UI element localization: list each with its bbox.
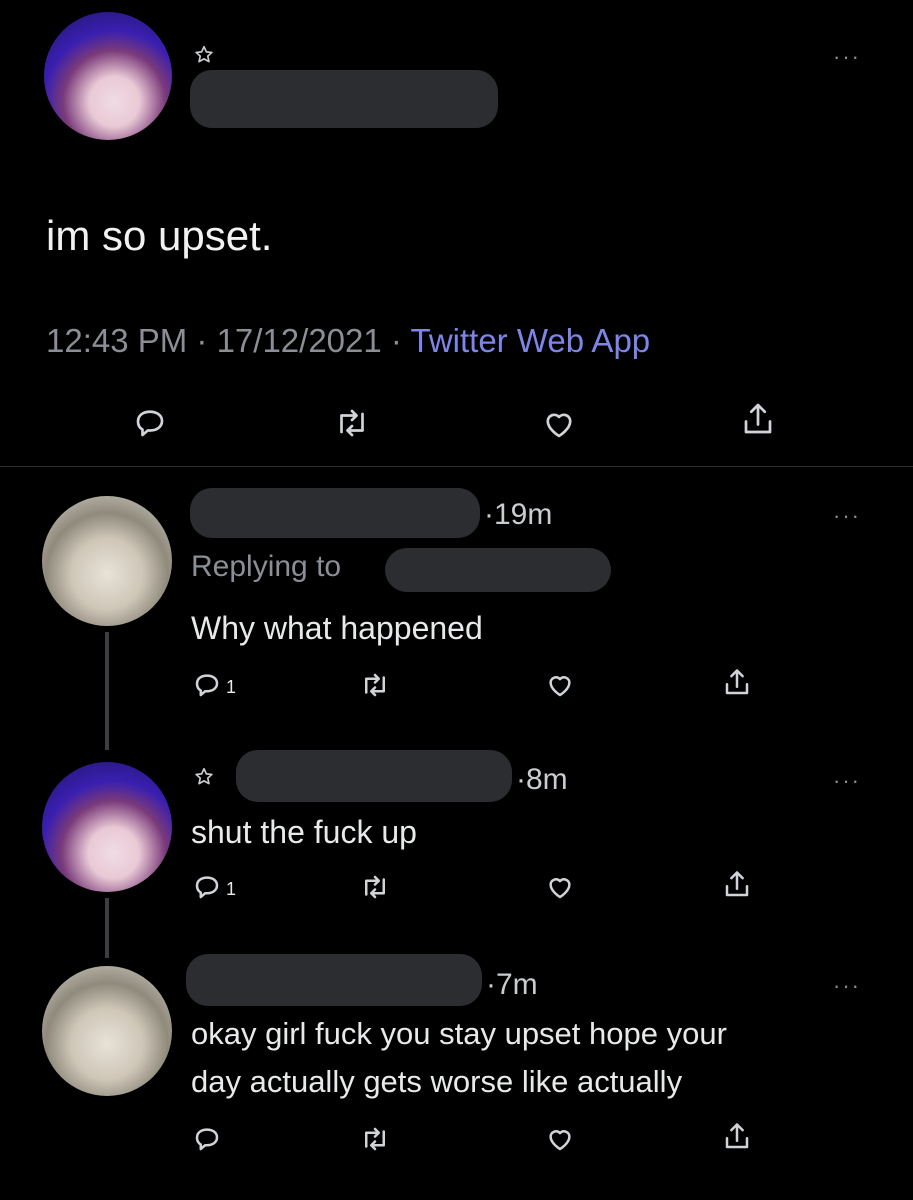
retweet-icon[interactable] [332, 405, 372, 441]
meta-separator: · [187, 322, 217, 359]
like-icon[interactable] [544, 872, 576, 902]
more-icon[interactable]: ··· [833, 770, 861, 792]
reply-icon[interactable] [192, 670, 222, 700]
redacted-display-name [236, 750, 512, 802]
reply-text-line-2: day actually gets worse like actually [191, 1064, 683, 1099]
reply-count: 1 [226, 677, 237, 697]
reply-age: ·7m [486, 968, 538, 1001]
reply-text: Why what happened [191, 610, 483, 646]
more-icon[interactable]: ··· [833, 505, 861, 527]
redacted-display-name [190, 488, 480, 538]
more-icon[interactable]: ··· [833, 46, 861, 68]
replying-to-label: Replying to [191, 550, 342, 583]
star-icon [193, 766, 215, 788]
retweet-icon[interactable] [358, 872, 392, 902]
redacted-display-name [186, 954, 482, 1006]
reply-count: 1 [226, 879, 237, 899]
section-divider [0, 466, 913, 467]
tweet-meta: 12:43 PM · 17/12/2021 · Twitter Web App [46, 322, 650, 360]
like-icon[interactable] [540, 406, 578, 442]
share-icon[interactable] [740, 400, 776, 440]
main-avatar[interactable] [44, 12, 172, 140]
reply-avatar[interactable] [42, 762, 172, 892]
tweet-date: 17/12/2021 [216, 322, 382, 359]
thread-line [105, 898, 109, 958]
reply-icon[interactable] [192, 1124, 222, 1154]
reply-avatar[interactable] [42, 496, 172, 626]
reply-age: ·8m [516, 763, 568, 796]
tweet-time: 12:43 PM [46, 322, 188, 359]
share-icon[interactable] [722, 666, 752, 700]
redacted-handle [385, 548, 611, 592]
more-icon[interactable]: ··· [833, 975, 861, 997]
reply-avatar[interactable] [42, 966, 172, 1096]
star-icon [193, 44, 215, 66]
reply-text-line-1: okay girl fuck you stay upset hope your [191, 1016, 727, 1051]
reply-age: ·19m [484, 498, 553, 531]
meta-separator: · [381, 322, 411, 359]
retweet-icon[interactable] [358, 1124, 392, 1154]
tweet-source-link[interactable]: Twitter Web App [410, 322, 650, 359]
share-icon[interactable] [722, 1120, 752, 1154]
like-icon[interactable] [544, 1124, 576, 1154]
tweet-text: im so upset. [46, 212, 273, 259]
redacted-display-name [190, 70, 498, 128]
reply-icon[interactable] [132, 405, 168, 441]
retweet-icon[interactable] [358, 670, 392, 700]
reply-text: shut the fuck up [191, 814, 417, 850]
thread-line [105, 632, 109, 750]
share-icon[interactable] [722, 868, 752, 902]
like-icon[interactable] [544, 670, 576, 700]
reply-icon[interactable] [192, 872, 222, 902]
